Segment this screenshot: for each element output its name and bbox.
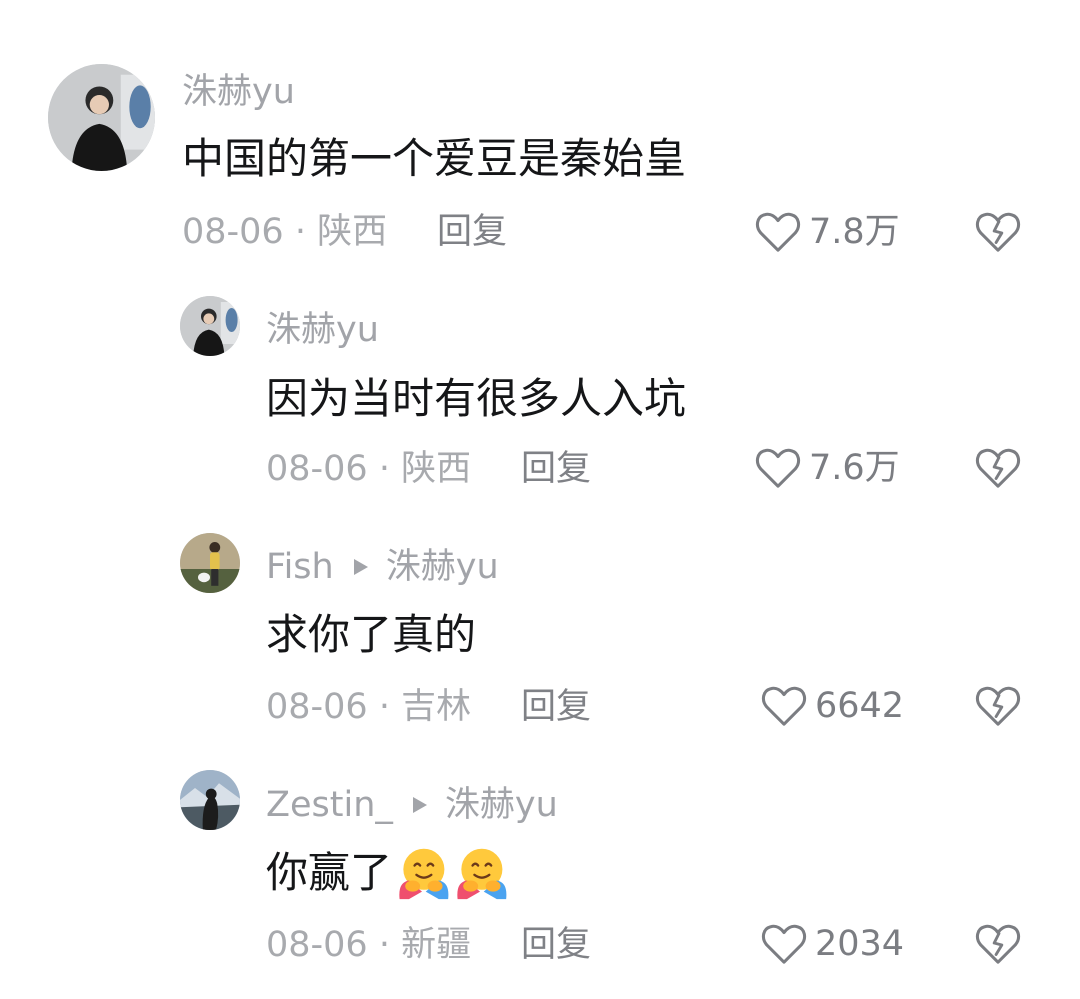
comment-date: 08-06 [266, 687, 368, 727]
meta-separator: · [294, 212, 306, 252]
comment-text: 你赢了 [266, 845, 508, 901]
heart-outline-icon [761, 924, 807, 964]
broken-heart-icon [975, 686, 1021, 726]
like-button[interactable]: 7.6万 [755, 446, 900, 490]
heart-outline-icon [761, 686, 807, 726]
like-count: 7.6万 [809, 448, 900, 488]
comment-date: 08-06 [266, 925, 368, 965]
comment-author-row: 洙赫yu [266, 310, 379, 350]
comment-text: 求你了真的 [266, 610, 476, 660]
comment-meta: 08-06 · 陕西 [182, 212, 387, 252]
comment-meta: 08-06 · 吉林 [266, 687, 471, 727]
comment-author-row: Zestin_ 洙赫yu [266, 785, 558, 825]
play-triangle-icon [348, 547, 374, 587]
dislike-button[interactable] [975, 922, 1021, 966]
reply-button[interactable]: 回复 [437, 212, 507, 252]
broken-heart-icon [975, 924, 1021, 964]
avatar[interactable] [180, 533, 240, 593]
meta-separator: · [378, 687, 390, 727]
dislike-button[interactable] [975, 684, 1021, 728]
play-triangle-icon [407, 785, 433, 825]
comment-location: 吉林 [401, 687, 472, 727]
meta-separator: · [378, 449, 390, 489]
dislike-button[interactable] [975, 210, 1021, 254]
comment-text: 因为当时有很多人入坑 [266, 374, 686, 424]
like-count: 7.8万 [809, 212, 900, 252]
heart-outline-icon [755, 448, 801, 488]
broken-heart-icon [975, 212, 1021, 252]
comment-author-row: 洙赫yu [182, 72, 295, 112]
reply-button[interactable]: 回复 [521, 925, 591, 965]
comment-location: 新疆 [401, 925, 472, 965]
comment-author[interactable]: Zestin_ [266, 785, 393, 825]
comment-text-content: 求你了真的 [266, 610, 477, 659]
broken-heart-icon [975, 448, 1021, 488]
like-button[interactable]: 6642 [761, 684, 904, 728]
avatar[interactable] [48, 64, 155, 171]
reply-button[interactable]: 回复 [521, 449, 591, 489]
comment-text-content: 中国的第一个爱豆是秦始皇 [182, 134, 687, 183]
hugging-face-emoji [457, 848, 507, 900]
avatar[interactable] [180, 296, 240, 356]
comment-meta: 08-06 · 新疆 [266, 925, 471, 965]
comment-text: 中国的第一个爱豆是秦始皇 [182, 134, 686, 184]
comment-text-content: 你赢了 [266, 848, 393, 897]
comment-location: 陕西 [317, 212, 388, 252]
dislike-button[interactable] [975, 446, 1021, 490]
avatar[interactable] [180, 770, 240, 830]
comment-author[interactable]: Fish [266, 547, 334, 587]
comment-author-row: Fish 洙赫yu [266, 547, 499, 587]
reply-button[interactable]: 回复 [521, 687, 591, 727]
meta-separator: · [378, 925, 390, 965]
comment-location: 陕西 [401, 449, 472, 489]
comment-item: 洙赫yu 中国的第一个爱豆是秦始皇 08-06 · 陕西 回复 7.8万 [0, 0, 1080, 280]
like-count: 2034 [815, 924, 905, 964]
comment-date: 08-06 [182, 212, 284, 252]
reply-target-author[interactable]: 洙赫yu [386, 547, 499, 587]
comment-author[interactable]: 洙赫yu [266, 310, 379, 350]
like-button[interactable]: 2034 [761, 922, 904, 966]
like-button[interactable]: 7.8万 [755, 210, 900, 254]
like-count: 6642 [815, 686, 905, 726]
hugging-face-emoji [399, 848, 449, 900]
comment-date: 08-06 [266, 449, 368, 489]
comment-author[interactable]: 洙赫yu [182, 72, 295, 112]
comment-text-content: 因为当时有很多人入坑 [266, 374, 687, 423]
comment-meta: 08-06 · 陕西 [266, 449, 471, 489]
heart-outline-icon [755, 212, 801, 252]
reply-target-author[interactable]: 洙赫yu [445, 785, 558, 825]
